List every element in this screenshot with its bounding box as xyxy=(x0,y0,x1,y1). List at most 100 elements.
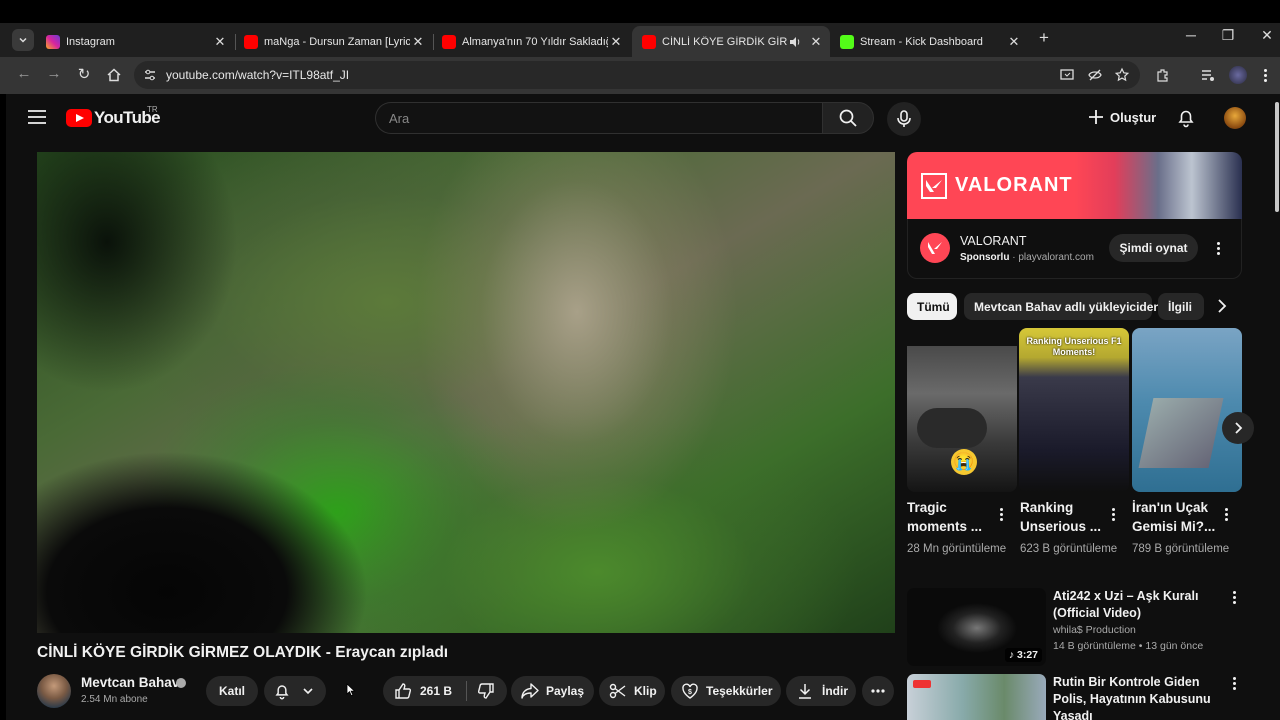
clip-button[interactable]: Klip xyxy=(599,676,665,706)
join-button[interactable]: Katıl xyxy=(206,676,258,706)
sponsored-label: Sponsorlu xyxy=(960,252,1010,263)
ad-play-now-button[interactable]: Şimdi oynat xyxy=(1109,234,1198,262)
account-avatar[interactable] xyxy=(1224,107,1246,129)
close-icon[interactable]: ✕ xyxy=(608,34,624,50)
ad-banner-image[interactable]: VALORANT xyxy=(907,152,1242,219)
youtube-play-icon xyxy=(66,109,92,127)
ad-advertiser-name[interactable]: VALORANT xyxy=(960,234,1026,248)
ad-banner-wordmark: VALORANT xyxy=(955,174,1073,196)
close-icon[interactable]: ✕ xyxy=(212,34,228,50)
download-button[interactable]: İndir xyxy=(786,676,856,706)
window-close-button[interactable]: ✕ xyxy=(1252,27,1280,44)
tab-current-video[interactable]: CİNLİ KÖYE GİRDİK GİRMEZ ✕ xyxy=(632,26,830,57)
more-actions-button[interactable] xyxy=(862,676,894,706)
forward-button[interactable]: → xyxy=(44,65,64,85)
short-overlay-text: Ranking Unserious F1 Moments! xyxy=(1026,336,1122,357)
youtube-icon xyxy=(442,34,456,49)
menu-icon[interactable] xyxy=(28,110,46,124)
chip-from-uploader[interactable]: Mevtcan Bahav adlı yükleyiciden xyxy=(964,293,1161,320)
address-bar[interactable]: youtube.com/watch?v=ITL98atf_JI xyxy=(134,61,1140,89)
chip-all[interactable]: Tümü xyxy=(907,293,957,320)
create-button[interactable]: Oluştur xyxy=(1088,109,1156,125)
recommendation-more-icon[interactable] xyxy=(1233,677,1237,691)
short-title[interactable]: İran'ın Uçak Gemisi Mi?... xyxy=(1132,498,1222,536)
tab-instagram[interactable]: Instagram ✕ xyxy=(36,26,234,57)
new-tab-button[interactable]: + xyxy=(1034,28,1054,50)
reload-button[interactable]: ↻ xyxy=(74,65,94,85)
chevron-right-icon[interactable] xyxy=(1214,298,1230,314)
notifications-bell-icon[interactable] xyxy=(1177,108,1195,128)
page-scrollbar-thumb[interactable] xyxy=(1275,102,1279,212)
short-thumbnail[interactable] xyxy=(1132,328,1242,492)
close-icon[interactable]: ✕ xyxy=(1006,34,1022,50)
subscribe-notification-button[interactable] xyxy=(264,676,326,706)
duration-text: 3:27 xyxy=(1016,649,1038,661)
youtube-icon xyxy=(642,34,656,49)
more-horizontal-icon xyxy=(871,689,885,693)
eye-off-icon[interactable] xyxy=(1087,67,1103,83)
bookmark-star-icon[interactable] xyxy=(1114,67,1130,83)
minimize-button[interactable]: ─ xyxy=(1176,27,1206,43)
short-thumbnail[interactable]: Ranking Unserious F1 Moments! xyxy=(1019,328,1129,492)
short-more-icon[interactable] xyxy=(1000,508,1004,522)
share-button[interactable]: Paylaş xyxy=(511,676,594,706)
tab-kick[interactable]: Stream - Kick Dashboard ✕ xyxy=(830,26,1028,57)
short-title[interactable]: Ranking Unserious ... xyxy=(1020,498,1110,536)
download-icon xyxy=(799,684,811,699)
tab-search-button[interactable] xyxy=(12,29,34,51)
url-text[interactable]: youtube.com/watch?v=ITL98atf_JI xyxy=(166,68,349,82)
browser-window: Instagram ✕ maNga - Dursun Zaman [Lyrics… xyxy=(0,0,1280,720)
tab-manga[interactable]: maNga - Dursun Zaman [Lyrics ✕ xyxy=(234,26,432,57)
thanks-label: Teşekkürler xyxy=(706,684,773,698)
chevron-down-icon xyxy=(303,688,313,695)
search-input[interactable]: Ara xyxy=(375,102,823,134)
recommendation-title[interactable]: Ati242 x Uzi – Aşk Kuralı (Official Vide… xyxy=(1053,588,1223,622)
recommendation-thumbnail[interactable] xyxy=(907,674,1046,720)
recording-badge xyxy=(913,680,931,688)
chevron-down-icon xyxy=(19,37,27,43)
like-thumbs-up-icon[interactable] xyxy=(394,682,412,700)
tab-title: Almanya'nın 70 Yıldır Sakladığı xyxy=(462,35,608,48)
speaker-icon[interactable] xyxy=(788,35,802,49)
recommendation-title[interactable]: Rutin Bir Kontrole Giden Polis, Hayatını… xyxy=(1053,674,1223,720)
dislike-thumbs-down-icon[interactable] xyxy=(477,682,495,700)
recommendation-more-icon[interactable] xyxy=(1233,591,1237,605)
channel-name[interactable]: Mevtcan Bahav xyxy=(81,675,179,690)
like-count[interactable]: 261 B xyxy=(420,684,452,698)
short-thumbnail[interactable]: 😭 xyxy=(907,328,1017,492)
video-title: CİNLİ KÖYE GİRDİK GİRMEZ OLAYDIK - Erayc… xyxy=(37,644,449,661)
profile-avatar[interactable] xyxy=(1229,66,1247,84)
short-more-icon[interactable] xyxy=(1112,508,1116,522)
chip-related[interactable]: İlgili xyxy=(1158,293,1204,320)
recommendation-thumbnail[interactable]: ♪ 3:27 xyxy=(907,588,1046,666)
short-more-icon[interactable] xyxy=(1225,508,1229,522)
chevron-right-icon xyxy=(1235,422,1243,434)
media-controls-icon[interactable] xyxy=(1200,67,1216,83)
browser-menu-icon[interactable] xyxy=(1264,69,1268,83)
voice-search-button[interactable] xyxy=(887,102,921,136)
ad-advertiser-icon[interactable] xyxy=(920,233,950,263)
verified-badge-icon xyxy=(176,678,186,688)
plus-icon xyxy=(1089,110,1103,124)
close-icon[interactable]: ✕ xyxy=(410,34,426,50)
close-icon[interactable]: ✕ xyxy=(808,34,824,50)
maximize-button[interactable]: ❐ xyxy=(1213,27,1243,44)
home-icon[interactable] xyxy=(106,67,122,83)
shorts-next-button[interactable] xyxy=(1222,412,1254,444)
channel-avatar[interactable] xyxy=(37,674,71,708)
thanks-button[interactable]: $ Teşekkürler xyxy=(671,676,781,706)
search-button[interactable] xyxy=(822,102,874,134)
youtube-logo[interactable]: YouTube xyxy=(66,108,161,128)
short-title[interactable]: Tragic moments ... xyxy=(907,498,997,536)
browser-toolbar: ← → ↻ youtube.com/watch?v=ITL98atf_JI xyxy=(0,57,1280,94)
ad-more-icon[interactable] xyxy=(1217,242,1221,256)
extensions-icon[interactable] xyxy=(1155,67,1171,83)
subscriber-count: 2.54 Mn abone xyxy=(81,694,148,705)
site-settings-icon[interactable] xyxy=(142,67,158,83)
cast-icon[interactable] xyxy=(1059,67,1075,83)
video-player[interactable] xyxy=(37,152,895,633)
join-label: Katıl xyxy=(218,684,245,698)
tab-almanya[interactable]: Almanya'nın 70 Yıldır Sakladığı ✕ xyxy=(432,26,630,57)
recommendation-channel[interactable]: whila$ Production xyxy=(1053,624,1136,636)
back-button[interactable]: ← xyxy=(14,65,34,85)
